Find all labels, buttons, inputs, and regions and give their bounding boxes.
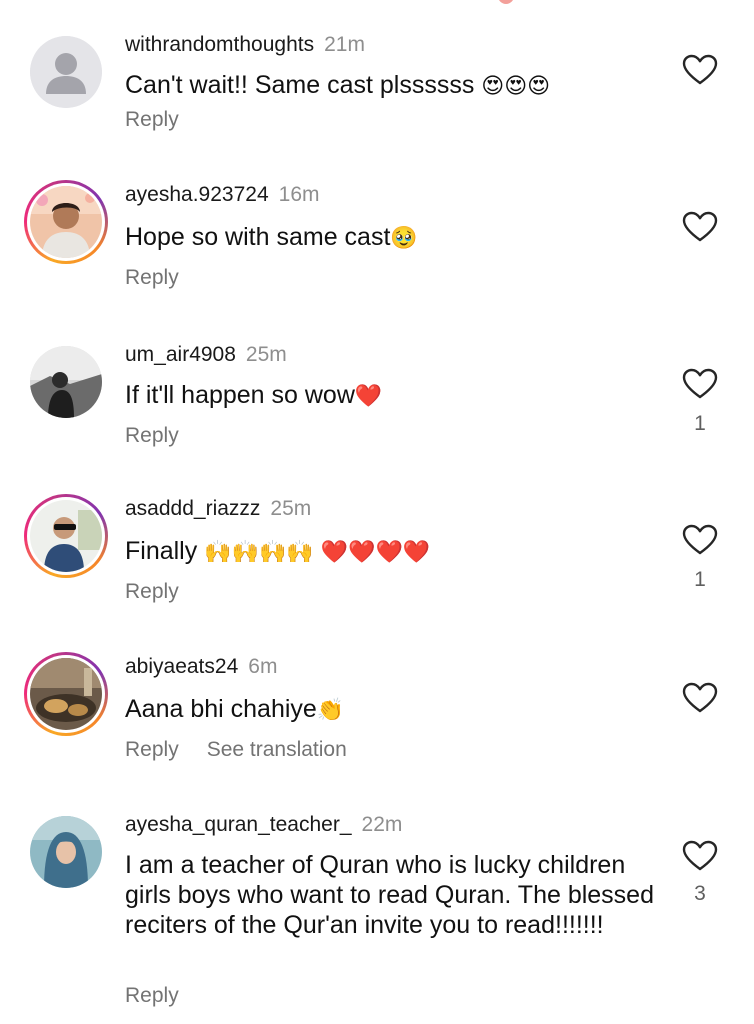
- like-count: 1: [694, 412, 706, 435]
- like-heart-icon[interactable]: [682, 54, 718, 86]
- comment-actions: Reply See translation: [125, 738, 347, 762]
- reply-button[interactable]: Reply: [125, 266, 179, 289]
- comment-text: Aana bhi chahiye👏: [125, 695, 345, 723]
- profile-photo: [30, 346, 102, 418]
- partial-reaction-icon: [498, 0, 514, 4]
- pleading-face-emoji-icon: 🥹: [390, 226, 418, 251]
- timestamp: 6m: [248, 655, 278, 678]
- avatar[interactable]: [24, 180, 108, 264]
- comments-list: withrandomthoughts 21m Can't wait!! Same …: [0, 0, 754, 1024]
- avatar[interactable]: [24, 340, 108, 424]
- like-heart-icon[interactable]: [682, 368, 718, 400]
- like-heart-icon[interactable]: [682, 840, 718, 872]
- comment-text: Can't wait!! Same cast plssssss 😍😍😍: [125, 71, 551, 99]
- heart-eyes-emoji-icon: 😍😍😍: [481, 74, 551, 99]
- like-heart-icon[interactable]: [682, 211, 718, 243]
- timestamp: 25m: [245, 343, 287, 366]
- timestamp: 21m: [324, 33, 365, 56]
- profile-photo: [30, 186, 102, 258]
- comment-text: If it'll happen so wow❤️: [125, 381, 383, 409]
- profile-photo: [30, 816, 102, 888]
- like-count: 1: [694, 568, 706, 591]
- comment-text: I am a teacher of Quran who is lucky chi…: [125, 851, 654, 939]
- comment-actions: Reply: [125, 266, 179, 290]
- like-heart-icon[interactable]: [682, 682, 718, 714]
- comment-actions: Reply: [125, 108, 179, 132]
- comment-text: Hope so with same cast🥹: [125, 223, 418, 251]
- comment-header: ayesha.923724 16m: [125, 183, 320, 207]
- username[interactable]: abiyaeats24: [125, 655, 238, 678]
- reply-button[interactable]: Reply: [125, 424, 179, 447]
- comment-header: ayesha_quran_teacher_ 22m: [125, 813, 402, 837]
- profile-photo: [30, 658, 102, 730]
- clapping-hands-emoji-icon: 👏: [316, 698, 345, 723]
- timestamp: 25m: [270, 497, 312, 520]
- reply-button[interactable]: Reply: [125, 108, 179, 131]
- comment-header: withrandomthoughts 21m: [125, 33, 365, 57]
- comment-actions: Reply: [125, 424, 179, 448]
- username[interactable]: asaddd_riazzz: [125, 497, 260, 520]
- like-heart-icon[interactable]: [682, 524, 718, 556]
- username[interactable]: ayesha_quran_teacher_: [125, 813, 352, 836]
- reply-button[interactable]: Reply: [125, 738, 179, 761]
- username[interactable]: um_air4908: [125, 343, 236, 366]
- comment-text: Finally 🙌🙌🙌🙌 ❤️❤️❤️❤️: [125, 537, 431, 565]
- avatar[interactable]: [24, 494, 108, 578]
- reply-button[interactable]: Reply: [125, 580, 179, 603]
- see-translation-button[interactable]: See translation: [207, 738, 347, 761]
- raised-hands-emoji-icon: 🙌🙌🙌🙌 ❤️❤️❤️❤️: [204, 540, 431, 565]
- profile-photo: [30, 500, 102, 572]
- timestamp: 22m: [361, 813, 403, 836]
- comment-actions: Reply: [125, 580, 179, 604]
- comment-header: abiyaeats24 6m: [125, 655, 277, 679]
- red-heart-emoji-icon: ❤️: [354, 384, 383, 409]
- avatar[interactable]: [24, 30, 108, 114]
- username[interactable]: ayesha.923724: [125, 183, 269, 206]
- reply-button[interactable]: Reply: [125, 984, 179, 1007]
- like-count: 3: [694, 882, 706, 905]
- comment-header: asaddd_riazzz 25m: [125, 497, 311, 521]
- default-avatar-icon: [30, 36, 102, 108]
- username[interactable]: withrandomthoughts: [125, 33, 314, 56]
- comment-actions: Reply: [125, 984, 179, 1008]
- avatar[interactable]: [24, 810, 108, 894]
- comment-header: um_air4908 25m: [125, 343, 287, 367]
- timestamp: 16m: [278, 183, 320, 206]
- avatar[interactable]: [24, 652, 108, 736]
